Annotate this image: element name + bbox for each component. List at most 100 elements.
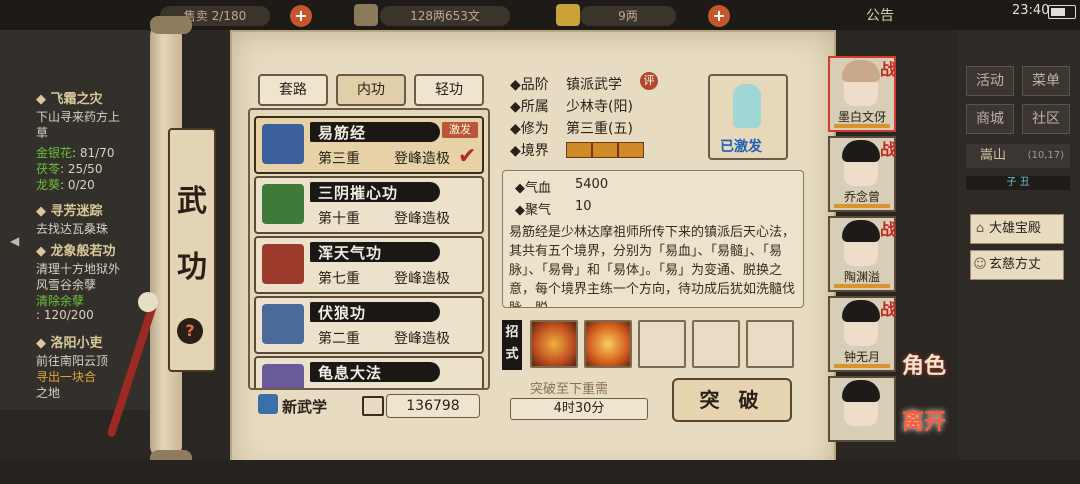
activity-button[interactable]: 活动 (966, 66, 1014, 96)
quest-line: 之地 (36, 386, 61, 400)
description-box[interactable]: ◆气血 5400 ◆聚气 10 易筋经是少林达摩祖师所传下来的镇派后天心法，其共… (502, 170, 804, 308)
skill-item[interactable]: 浑天气功 第七重 登峰造极 (254, 236, 484, 294)
move-slot-fire-icon[interactable] (530, 320, 578, 368)
character-hp-bar (834, 284, 890, 288)
tab-lightness[interactable]: 轻功 (414, 74, 484, 106)
scroll-cap-top (150, 16, 192, 34)
skill-description: 易筋经是少林达摩祖师所传下来的镇派后天心法，其共有五个境界，分别为「易血」、「易… (509, 225, 796, 307)
character-card[interactable] (828, 376, 896, 442)
book-icon (362, 396, 384, 416)
announcement-button[interactable]: 公告 (866, 5, 894, 25)
cultivation-value: 第三重(五) (566, 121, 633, 137)
skill-name: 浑天气功 (318, 244, 383, 262)
move-slot-empty[interactable] (746, 320, 794, 368)
quest-item: 茯苓: 25/50 (36, 162, 103, 176)
character-name: 陶渊溢 (843, 270, 880, 284)
battle-tag: 战 (880, 300, 897, 319)
battery-icon (1048, 5, 1076, 19)
new-kungfu-icon (258, 394, 278, 414)
collapse-arrow-icon[interactable]: ◀ (10, 234, 19, 248)
skill-name: 伏狼功 (318, 304, 367, 322)
quest-line: 风雪谷余孽 (36, 278, 97, 292)
skill-rank: 登峰造极 (394, 331, 450, 347)
npc-person-button[interactable]: ☺ 玄慈方丈 (970, 250, 1064, 280)
location-bar[interactable]: 嵩山 (10,17) (966, 144, 1070, 168)
scripture-book-icon (262, 124, 304, 164)
quest-line: 去找达瓦桑珠 (36, 222, 109, 236)
avatar-hair (842, 380, 880, 402)
character-name: 钟无月 (843, 350, 880, 364)
scripture-book-icon (262, 244, 304, 284)
character-card[interactable]: 战 钟无月 (828, 296, 896, 372)
skill-item[interactable]: 易筋经 激发 第三重 登峰造极 ✔ (254, 116, 484, 174)
help-button[interactable]: ? (177, 318, 203, 344)
npc-building-button[interactable]: ⌂ 大雄宝殿 (970, 214, 1064, 244)
character-hp-bar (834, 204, 890, 208)
checkmark-icon: ✔ (458, 144, 477, 169)
belong-value: 少林寺(阳) (566, 99, 633, 115)
avatar-hair (842, 140, 880, 162)
experience-count: 136798 (386, 394, 480, 418)
tab-inner-art[interactable]: 内功 (336, 74, 406, 106)
gold-display: 9两 (580, 6, 676, 26)
scripture-book-icon (262, 364, 304, 388)
role-button[interactable]: 角色 (902, 348, 946, 380)
temple-icon: ⌂ (975, 221, 985, 236)
activated-label: 已激发 (720, 139, 762, 155)
stat-value: 5400 (575, 177, 609, 192)
quest-title[interactable]: ◆ 飞霜之灾 (36, 88, 103, 107)
move-slot-empty[interactable] (638, 320, 686, 368)
npc-person-label: 玄慈方丈 (989, 257, 1042, 272)
skill-name: 易筋经 (318, 124, 367, 142)
time-of-day-bar: 子 丑 (966, 176, 1070, 190)
skill-rank: 登峰造极 (394, 151, 450, 167)
battle-tag: 战 (880, 140, 897, 159)
character-card[interactable]: 战 乔念曾 (828, 136, 896, 212)
panel-title-char: 功 (177, 250, 207, 285)
activated-badge: 激发 (442, 122, 478, 138)
skill-level: 第二重 (318, 331, 360, 347)
quest-title[interactable]: ◆ 寻芳迷踪 (36, 200, 103, 219)
location-coord: (10,17) (1027, 150, 1064, 161)
community-button[interactable]: 社区 (1022, 104, 1070, 134)
breakthrough-button[interactable]: 突 破 (672, 378, 792, 422)
skill-item[interactable]: 伏狼功 第二重 登峰造极 (254, 296, 484, 354)
add-capacity-button[interactable]: + (290, 5, 312, 27)
tab-routine[interactable]: 套路 (258, 74, 328, 106)
meditating-monk-icon (733, 84, 761, 128)
avatar-hair (842, 220, 880, 242)
skill-level: 第七重 (318, 271, 360, 287)
move-slot-empty[interactable] (692, 320, 740, 368)
character-card[interactable]: 战 陶渊溢 (828, 216, 896, 292)
skill-item[interactable]: 龟息大法 (254, 356, 484, 388)
quest-line: 草 (36, 126, 49, 140)
quest-title[interactable]: ◆ 洛阳小吏 (36, 332, 103, 351)
leave-button[interactable]: 离开 (902, 404, 946, 436)
belong-key: ◆所属 (510, 99, 549, 115)
quest-item: 金银花: 81/70 (36, 146, 115, 160)
realm-key: ◆境界 (510, 143, 549, 159)
quest-line: 下山寻来药方上 (36, 110, 121, 124)
evaluate-button[interactable]: 评 (640, 72, 658, 90)
skill-level: 第三重 (318, 151, 360, 167)
avatar-hair (842, 60, 880, 82)
breakthrough-time: 4时30分 (510, 398, 648, 420)
scripture-book-icon (262, 304, 304, 344)
gold-ingot-icon (556, 4, 580, 26)
money-icon (354, 4, 378, 26)
quest-title[interactable]: ◆ 龙象般若功 (36, 240, 116, 259)
character-hp-bar (834, 364, 890, 368)
character-hp-bar (834, 124, 890, 128)
character-card[interactable]: 战 墨白文伢 (828, 56, 896, 132)
skill-item[interactable]: 三阴摧心功 第十重 登峰造极 (254, 176, 484, 234)
add-gold-button[interactable]: + (708, 5, 730, 27)
scripture-book-icon (262, 184, 304, 224)
avatar-hair (842, 300, 880, 322)
menu-button[interactable]: 菜单 (1022, 66, 1070, 96)
breakthrough-need-label: 突破至下重需 (530, 382, 609, 397)
skill-list[interactable]: 易筋经 激发 第三重 登峰造极 ✔ 三阴摧心功 第十重 登峰造极 浑天气功 第七… (248, 108, 490, 390)
move-slot-meditation-icon[interactable] (584, 320, 632, 368)
new-kungfu-button[interactable]: 新武学 (282, 396, 327, 417)
battle-tag: 战 (880, 220, 897, 239)
shop-button[interactable]: 商城 (966, 104, 1014, 134)
